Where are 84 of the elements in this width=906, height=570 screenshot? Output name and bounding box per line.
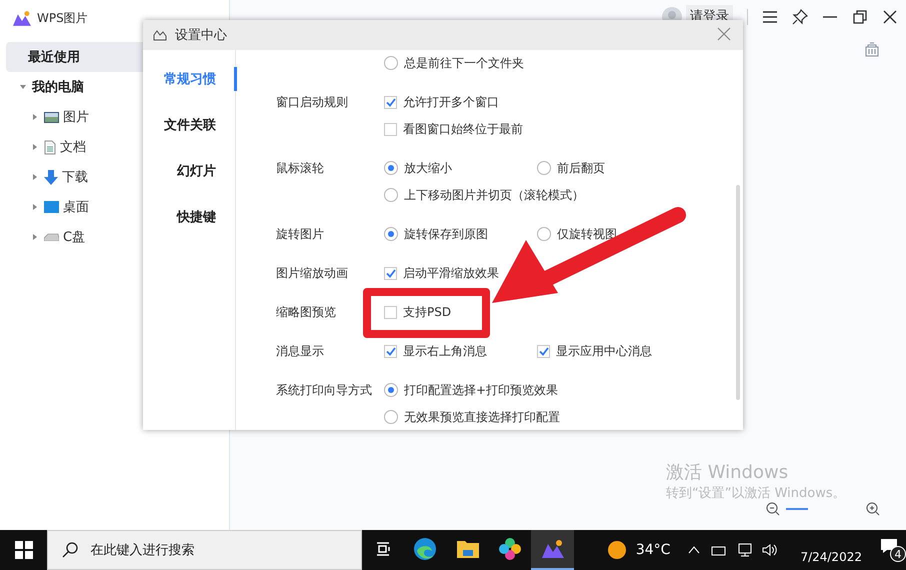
menu-icon[interactable]	[762, 9, 778, 25]
caret-icon[interactable]	[33, 204, 37, 210]
setting-label: 系统打印向导方式	[276, 382, 373, 399]
setting-label: 图片缩放动画	[276, 265, 349, 282]
option-label: 允许打开多个窗口	[403, 94, 499, 110]
tree-item[interactable]: 桌面	[63, 198, 89, 216]
activation-message: 转到“设置”以激活 Windows。	[666, 485, 847, 502]
caret-icon[interactable]	[20, 85, 26, 89]
activation-title: 激活 Windows	[666, 461, 790, 484]
down-arrow-icon	[44, 170, 58, 184]
pin-icon[interactable]	[792, 9, 808, 25]
settings-tab[interactable]: 幻灯片	[177, 159, 237, 183]
caret-icon[interactable]	[33, 174, 37, 180]
speaker-icon[interactable]	[762, 543, 778, 557]
mountain-logo-icon[interactable]	[542, 540, 564, 558]
option-label: 上下移动图片并切页（滚轮模式）	[404, 186, 584, 204]
trash-icon[interactable]	[865, 42, 879, 57]
tree-item[interactable]: C盘	[63, 228, 86, 246]
option-label: 显示右上角消息	[403, 342, 487, 360]
option-label: 支持PSD	[403, 304, 452, 320]
pinwheel-icon[interactable]	[498, 537, 522, 561]
settings-tab[interactable]: 文件关联	[164, 113, 237, 137]
setting-label: 鼠标滚轮	[276, 160, 325, 177]
browser-icon[interactable]	[413, 537, 438, 561]
zoom-in-icon[interactable]	[866, 502, 880, 516]
close-icon[interactable]	[882, 9, 898, 25]
drive-icon	[44, 233, 59, 241]
checkbox[interactable]	[384, 306, 397, 318]
mountain-icon	[153, 29, 167, 41]
option-label: 显示应用中心消息	[556, 342, 652, 360]
setting-label: 缩略图预览	[276, 304, 337, 321]
search-box[interactable]: 在此键入进行搜索	[47, 530, 362, 570]
caret-icon[interactable]	[33, 234, 37, 240]
setting-label: 旋转图片	[276, 226, 325, 243]
settings-tab[interactable]: 快捷键	[177, 205, 237, 229]
checkbox[interactable]	[537, 344, 550, 358]
folder-icon[interactable]	[456, 539, 480, 559]
option-label: 前后翻页	[557, 160, 605, 176]
network-icon[interactable]	[736, 543, 752, 557]
setting-label: 窗口启动规则	[276, 94, 349, 111]
option-label: 总是前往下一个文件夹	[404, 54, 524, 72]
app-title: WPS图片	[37, 10, 88, 26]
tree-item[interactable]: 下载	[62, 168, 88, 186]
option-label: 启动平滑缩放效果	[403, 264, 499, 282]
radio-button[interactable]	[537, 227, 551, 241]
checkbox[interactable]	[384, 122, 397, 136]
task-view-icon[interactable]	[374, 541, 391, 557]
radio-button[interactable]	[537, 161, 551, 175]
windows-logo-icon[interactable]	[14, 541, 33, 559]
tree-item[interactable]: 图片	[63, 108, 89, 126]
caret-icon[interactable]	[33, 114, 37, 120]
option-label: 看图窗口始终位于最前	[403, 120, 523, 138]
radio-button[interactable]	[384, 56, 398, 70]
settings-tab[interactable]: 常规习惯	[164, 67, 237, 91]
notification-count: 4	[890, 546, 906, 562]
picture-icon	[44, 112, 59, 122]
search-icon	[62, 542, 78, 558]
checkbox[interactable]	[384, 96, 397, 108]
dialog-title: 设置中心	[175, 27, 228, 44]
document-icon	[44, 140, 56, 154]
setting-label: 消息显示	[276, 343, 325, 360]
tree-item[interactable]: 我的电脑	[32, 78, 84, 96]
taskbar-date: 7/24/2022	[800, 550, 862, 564]
radio-button[interactable]	[384, 227, 398, 241]
option-label: 无效果预览直接选择打印配置	[404, 408, 560, 426]
sun-icon	[608, 541, 626, 559]
radio-button[interactable]	[384, 161, 398, 175]
radio-button[interactable]	[384, 410, 398, 424]
restore-icon[interactable]	[852, 9, 868, 25]
option-label: 放大缩小	[404, 160, 452, 176]
desktop-icon	[44, 201, 59, 213]
radio-button[interactable]	[384, 383, 398, 397]
option-label: 打印配置选择+打印预览效果	[404, 382, 558, 398]
app-logo-icon	[13, 10, 31, 26]
caret-icon[interactable]	[33, 144, 37, 150]
radio-button[interactable]	[384, 188, 398, 202]
tree-item[interactable]: 文档	[60, 138, 86, 156]
option-label: 旋转保存到原图	[404, 226, 488, 242]
zoom-out-icon[interactable]	[766, 502, 780, 516]
battery-icon[interactable]	[710, 544, 726, 556]
chevron-up-icon[interactable]	[688, 546, 700, 554]
checkbox[interactable]	[384, 344, 397, 358]
checkbox[interactable]	[384, 266, 397, 280]
temperature: 34°C	[636, 542, 670, 558]
